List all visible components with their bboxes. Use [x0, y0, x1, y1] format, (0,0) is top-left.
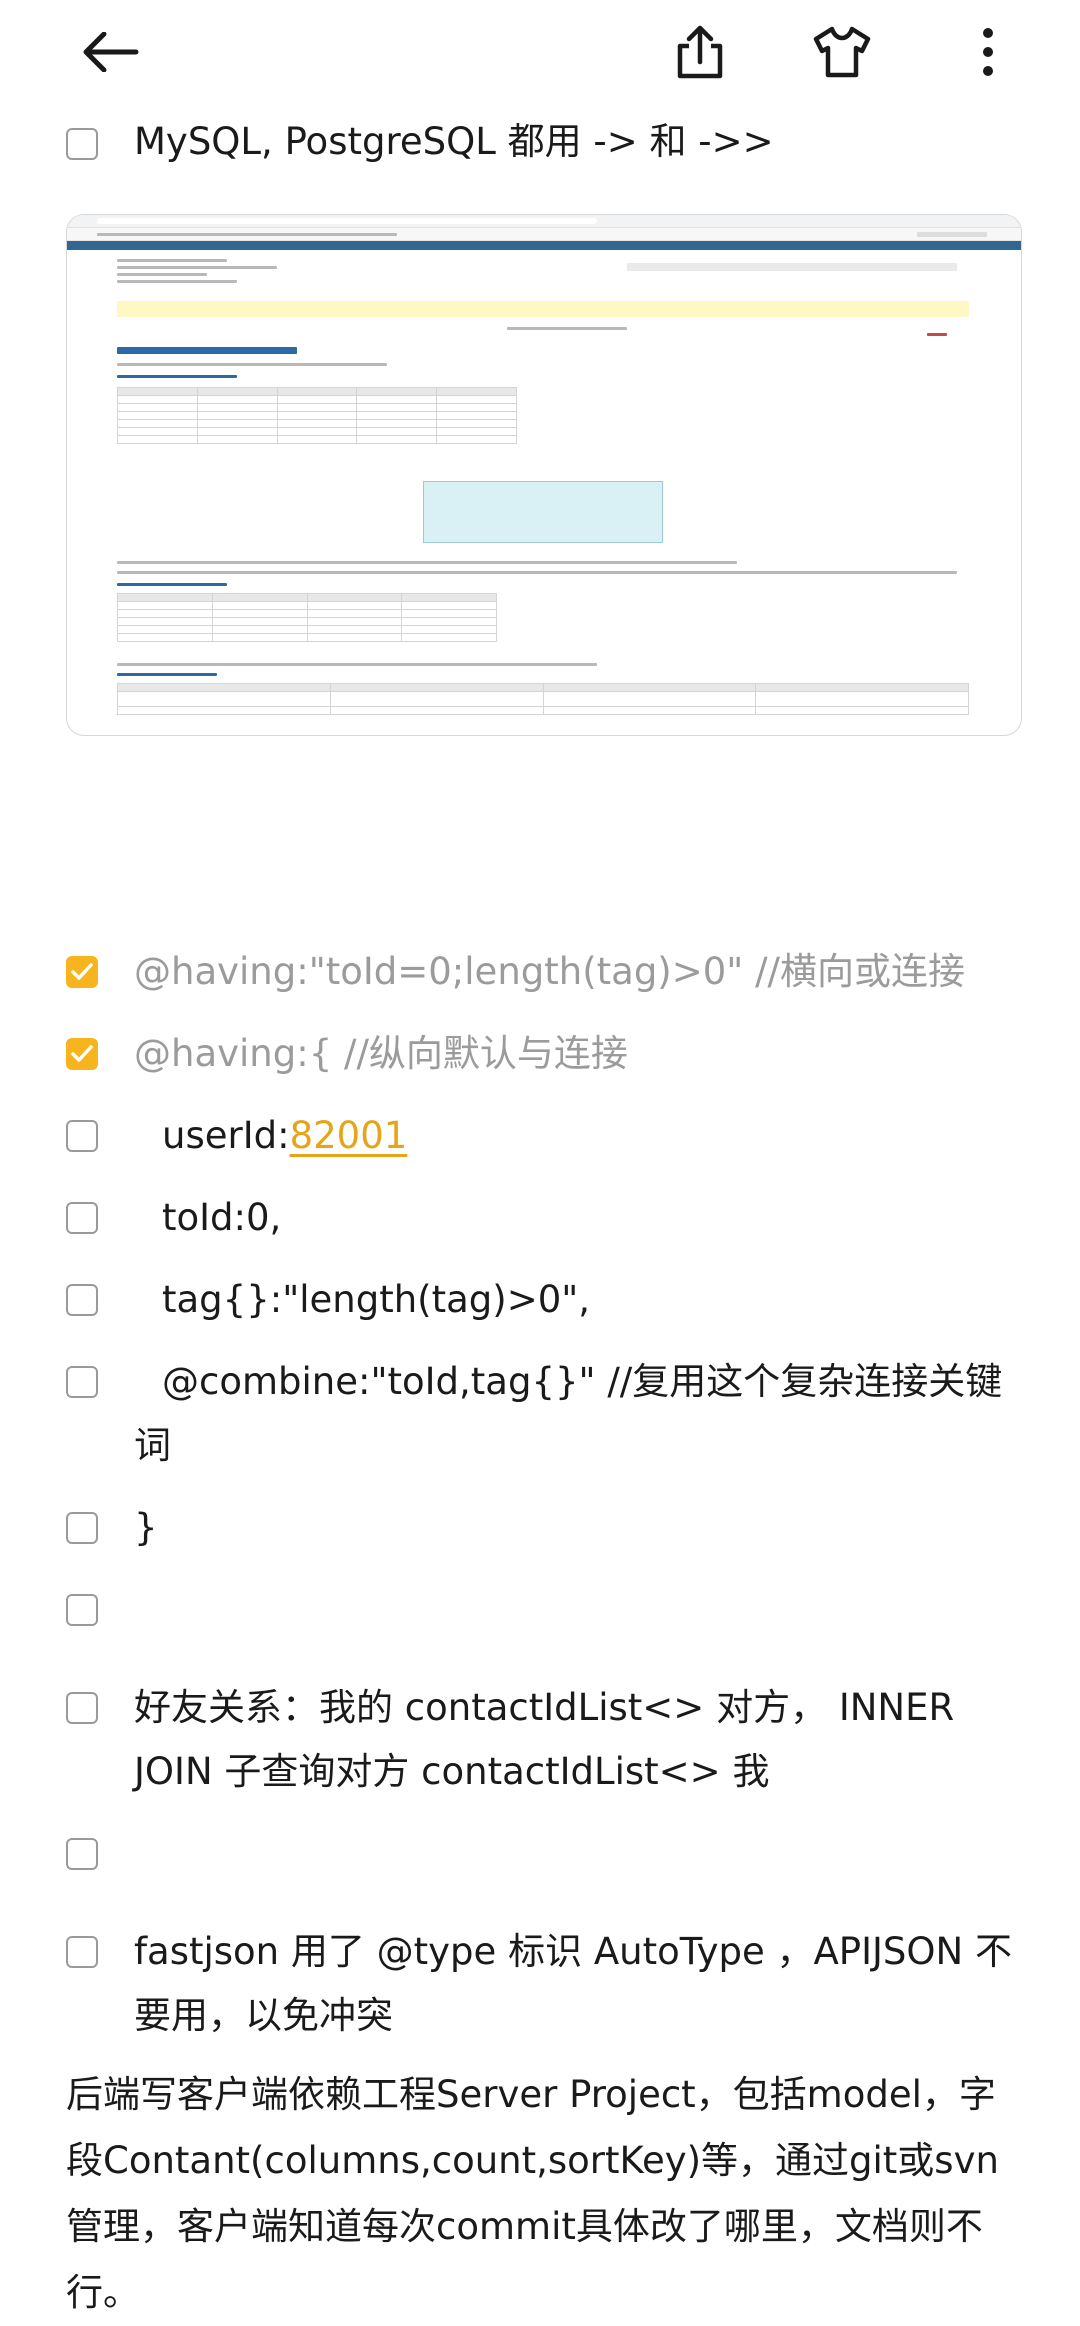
checkbox[interactable]	[66, 1366, 98, 1398]
more-button[interactable]	[954, 18, 1022, 86]
item-text: toId:0,	[162, 1196, 282, 1239]
checkmark-icon	[71, 1045, 93, 1062]
checkbox-checked[interactable]	[66, 956, 98, 988]
body-paragraph: 后端写客户端依赖工程Server Project，包括model，字段Conta…	[66, 2073, 999, 2314]
theme-button[interactable]	[808, 18, 876, 86]
checkbox[interactable]	[66, 1284, 98, 1316]
checkbox[interactable]	[66, 1692, 98, 1724]
item-text: userId:82001	[134, 1104, 1042, 1168]
share-button[interactable]	[666, 18, 734, 86]
checkbox[interactable]	[66, 1202, 98, 1234]
checkmark-icon	[71, 963, 93, 980]
share-icon	[677, 25, 723, 79]
embedded-image[interactable]	[66, 214, 1022, 736]
item-text: @having:"toId=0;length(tag)>0" //横向或连接	[134, 950, 966, 993]
item-text: @having:{ //纵向默认与连接	[134, 1032, 628, 1075]
checkbox-checked[interactable]	[66, 1038, 98, 1070]
more-vertical-icon	[983, 28, 993, 76]
back-button[interactable]	[76, 18, 144, 86]
checkbox[interactable]	[66, 1512, 98, 1544]
checkbox[interactable]	[66, 128, 98, 160]
checkbox[interactable]	[66, 1936, 98, 1968]
item-text: @combine:"toId,tag{}" //复用这个复杂连接关键词	[134, 1360, 1003, 1467]
checkbox[interactable]	[66, 1594, 98, 1626]
item-text: MySQL, PostgreSQL 都用 -> 和 ->>	[134, 120, 774, 163]
toolbar	[0, 0, 1080, 100]
item-text: }	[134, 1506, 158, 1549]
tshirt-icon	[813, 26, 871, 78]
arrow-left-icon	[83, 32, 139, 72]
item-text: fastjson 用了 @type 标识 AutoType ，APIJSON 不…	[134, 1930, 1012, 2037]
field-key: userId:	[162, 1114, 290, 1157]
user-id-link[interactable]: 82001	[290, 1114, 408, 1157]
item-text: tag{}:"length(tag)>0",	[162, 1278, 591, 1321]
checkbox[interactable]	[66, 1120, 98, 1152]
item-text: 好友关系：我的 contactIdList<> 对方， INNER JOIN 子…	[134, 1686, 955, 1793]
checkbox[interactable]	[66, 1838, 98, 1870]
